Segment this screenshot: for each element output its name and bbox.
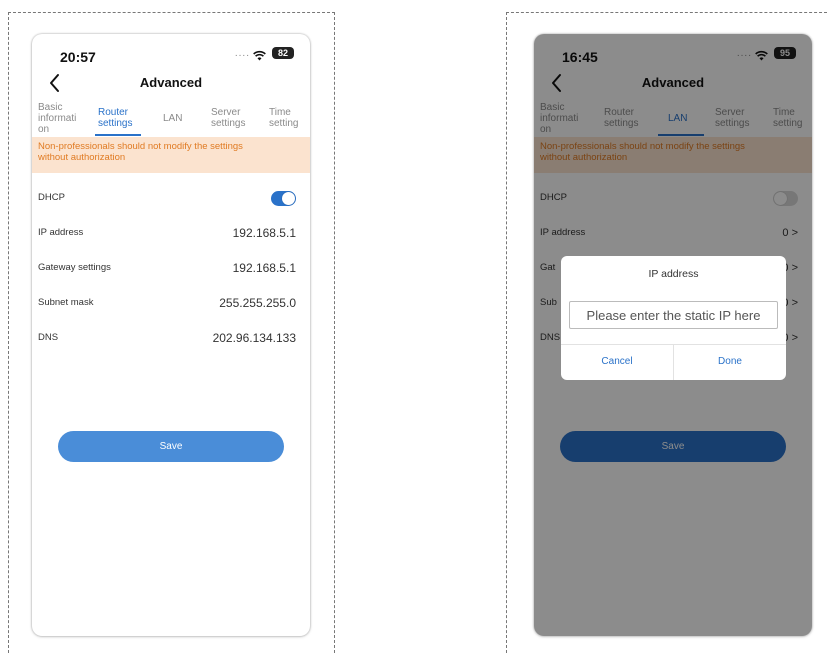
dhcp-toggle[interactable]: [271, 191, 296, 206]
dialog-title: IP address: [648, 268, 699, 280]
tab-label-line: Basic: [38, 101, 63, 113]
subnet-mask-label: Subnet mask: [38, 297, 94, 308]
tab-bar: Basic informati on Router settings LAN S…: [32, 100, 310, 136]
tab-server-settings[interactable]: Server settings: [211, 100, 245, 136]
tab-label-line: Router: [98, 107, 129, 118]
active-tab-indicator: [95, 134, 141, 136]
tab-time-setting[interactable]: Time setting: [269, 100, 298, 136]
tab-router-settings[interactable]: Router settings: [98, 100, 132, 136]
tab-label-line: settings: [98, 118, 133, 129]
warning-text-line: without authorization: [38, 152, 126, 163]
phone-screen-router-settings: 20:57 .... 82 Advanced Basic informati o…: [32, 34, 310, 636]
subnet-mask-row[interactable]: Subnet mask 255.255.255.0: [32, 285, 310, 321]
ip-address-label: IP address: [38, 227, 84, 238]
static-ip-input[interactable]: [569, 301, 778, 329]
toggle-knob: [282, 192, 295, 205]
signal-icon: ....: [234, 48, 250, 59]
warning-banner: Non-professionals should not modify the …: [32, 137, 310, 173]
tab-label-line: setting: [269, 118, 299, 129]
subnet-mask-value: 255.255.255.0: [219, 296, 296, 310]
gateway-row[interactable]: Gateway settings 192.168.5.1: [32, 250, 310, 286]
tab-label-line: on: [38, 123, 50, 135]
phone-screen-lan: 16:45 .... 95 Advanced Basic informati o…: [534, 34, 812, 636]
tab-label-line: Server: [211, 107, 241, 118]
gateway-value: 192.168.5.1: [232, 261, 296, 275]
ip-address-dialog: IP address Cancel Done: [561, 256, 786, 380]
status-time: 20:57: [60, 49, 96, 65]
gateway-label: Gateway settings: [38, 262, 111, 273]
battery-icon: 82: [272, 47, 294, 59]
tab-label-line: Time: [269, 107, 291, 118]
done-button[interactable]: Done: [674, 344, 786, 380]
status-bar: 20:57 .... 82: [32, 34, 310, 72]
wifi-icon: [253, 48, 266, 66]
ip-address-row[interactable]: IP address 192.168.5.1: [32, 215, 310, 251]
dhcp-row: DHCP: [32, 180, 310, 216]
tab-label-line: LAN: [163, 112, 183, 124]
page-title: Advanced: [139, 75, 203, 90]
tab-lan[interactable]: LAN: [163, 100, 182, 136]
tab-label-line: settings: [211, 118, 246, 129]
dns-row[interactable]: DNS 202.96.134.133: [32, 320, 310, 356]
tab-label-line: informati: [38, 112, 77, 124]
dns-label: DNS: [38, 332, 59, 343]
nav-bar: Advanced: [32, 72, 310, 98]
tab-basic-information[interactable]: Basic informati on: [38, 100, 76, 136]
warning-text-line: Non-professionals should not modify the …: [38, 141, 243, 152]
dhcp-label: DHCP: [38, 192, 65, 203]
dns-value: 202.96.134.133: [212, 331, 296, 345]
save-button[interactable]: Save: [58, 431, 284, 462]
ip-address-value: 192.168.5.1: [232, 226, 296, 240]
cancel-button[interactable]: Cancel: [561, 344, 673, 380]
